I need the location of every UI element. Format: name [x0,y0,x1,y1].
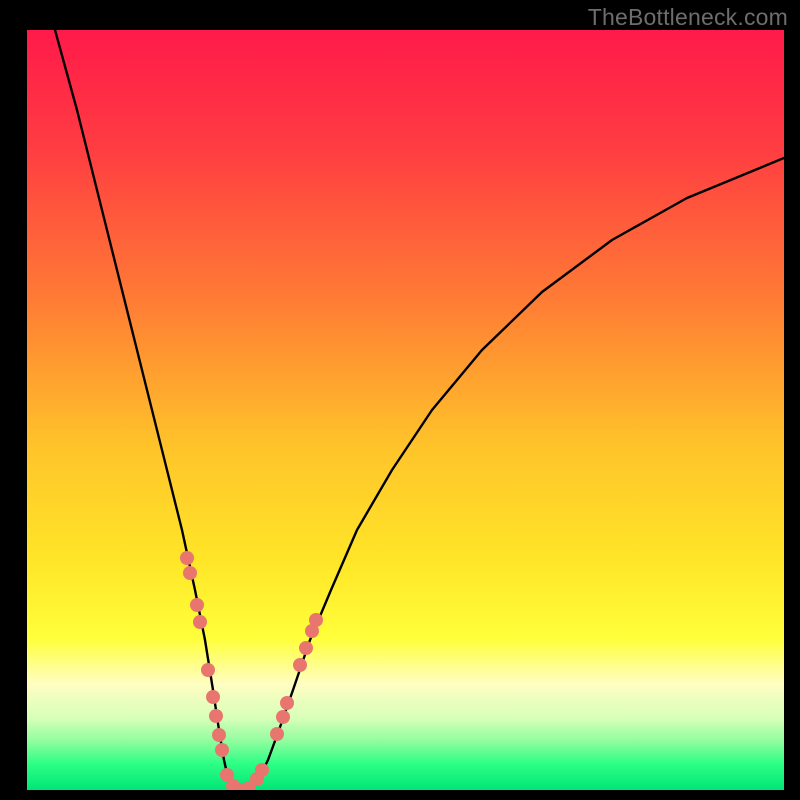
scatter-dot [212,728,226,742]
scatter-dot [280,696,294,710]
scatter-dot [183,566,197,580]
watermark-text: TheBottleneck.com [588,4,788,31]
scatter-dot [206,690,220,704]
bottleneck-curve [55,30,784,790]
scatter-dot [309,613,323,627]
plot-area [27,30,784,790]
scatter-dot [209,709,223,723]
scatter-dot [180,551,194,565]
scatter-dot [270,727,284,741]
scatter-dot [190,598,204,612]
scatter-dot [201,663,215,677]
scatter-dot [215,743,229,757]
scatter-dot [299,641,313,655]
scatter-dot [276,710,290,724]
chart-frame: TheBottleneck.com [0,0,800,800]
scatter-dot [255,763,269,777]
scatter-group [180,551,323,790]
scatter-dot [193,615,207,629]
curve-layer [27,30,784,790]
scatter-dot [293,658,307,672]
